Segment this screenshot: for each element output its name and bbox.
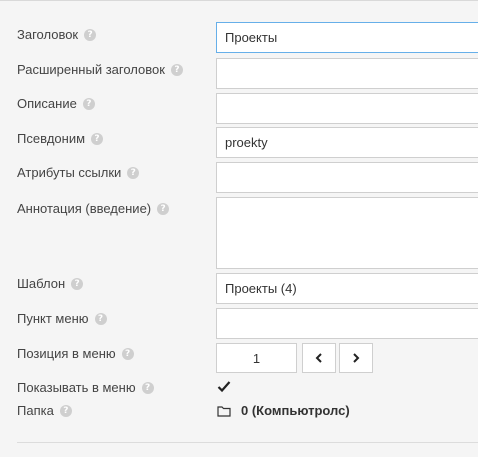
alias-label: Псевдоним ? xyxy=(17,131,104,146)
description-input[interactable] xyxy=(216,93,478,124)
help-icon[interactable]: ? xyxy=(94,312,107,325)
help-icon[interactable]: ? xyxy=(84,28,97,41)
help-icon[interactable]: ? xyxy=(59,404,72,417)
ext-title-label: Расширенный заголовок ? xyxy=(17,62,183,77)
menu-position-label: Позиция в меню ? xyxy=(17,346,134,361)
help-icon[interactable]: ? xyxy=(121,347,134,360)
folder-icon xyxy=(217,405,231,417)
help-icon[interactable]: ? xyxy=(91,132,104,145)
template-label: Шаблон ? xyxy=(17,276,84,291)
alias-input[interactable]: proekty xyxy=(216,127,478,158)
show-in-menu-checkbox[interactable] xyxy=(217,380,231,396)
chevron-right-icon xyxy=(353,353,360,363)
help-icon[interactable]: ? xyxy=(157,202,170,215)
link-attrs-input[interactable] xyxy=(216,162,478,193)
title-label: Заголовок ? xyxy=(17,27,97,42)
link-attrs-label: Атрибуты ссылки ? xyxy=(17,165,140,180)
annotation-label: Аннотация (введение) ? xyxy=(17,201,170,216)
help-icon[interactable]: ? xyxy=(71,277,84,290)
template-select[interactable]: Проекты (4) xyxy=(216,273,478,304)
checkmark-icon xyxy=(217,381,231,393)
position-decrease-button[interactable] xyxy=(302,343,336,373)
menu-item-label: Пункт меню ? xyxy=(17,311,107,326)
show-in-menu-label: Показывать в меню ? xyxy=(17,380,154,395)
folder-label: Папка ? xyxy=(17,403,72,418)
menu-item-input[interactable] xyxy=(216,308,478,339)
help-icon[interactable]: ? xyxy=(82,97,95,110)
bottom-divider xyxy=(17,442,478,443)
help-icon[interactable]: ? xyxy=(170,63,183,76)
help-icon[interactable]: ? xyxy=(127,166,140,179)
ext-title-input[interactable] xyxy=(216,58,478,89)
folder-link[interactable]: 0 (Компьютролс) xyxy=(217,403,350,418)
help-icon[interactable]: ? xyxy=(141,381,154,394)
position-increase-button[interactable] xyxy=(339,343,373,373)
menu-position-input[interactable]: 1 xyxy=(216,343,297,373)
chevron-left-icon xyxy=(315,353,322,363)
title-input[interactable]: Проекты xyxy=(216,22,478,53)
annotation-textarea[interactable] xyxy=(216,197,478,269)
page-edit-form: Заголовок ? Проекты Расширенный заголово… xyxy=(0,0,478,457)
description-label: Описание ? xyxy=(17,96,95,111)
